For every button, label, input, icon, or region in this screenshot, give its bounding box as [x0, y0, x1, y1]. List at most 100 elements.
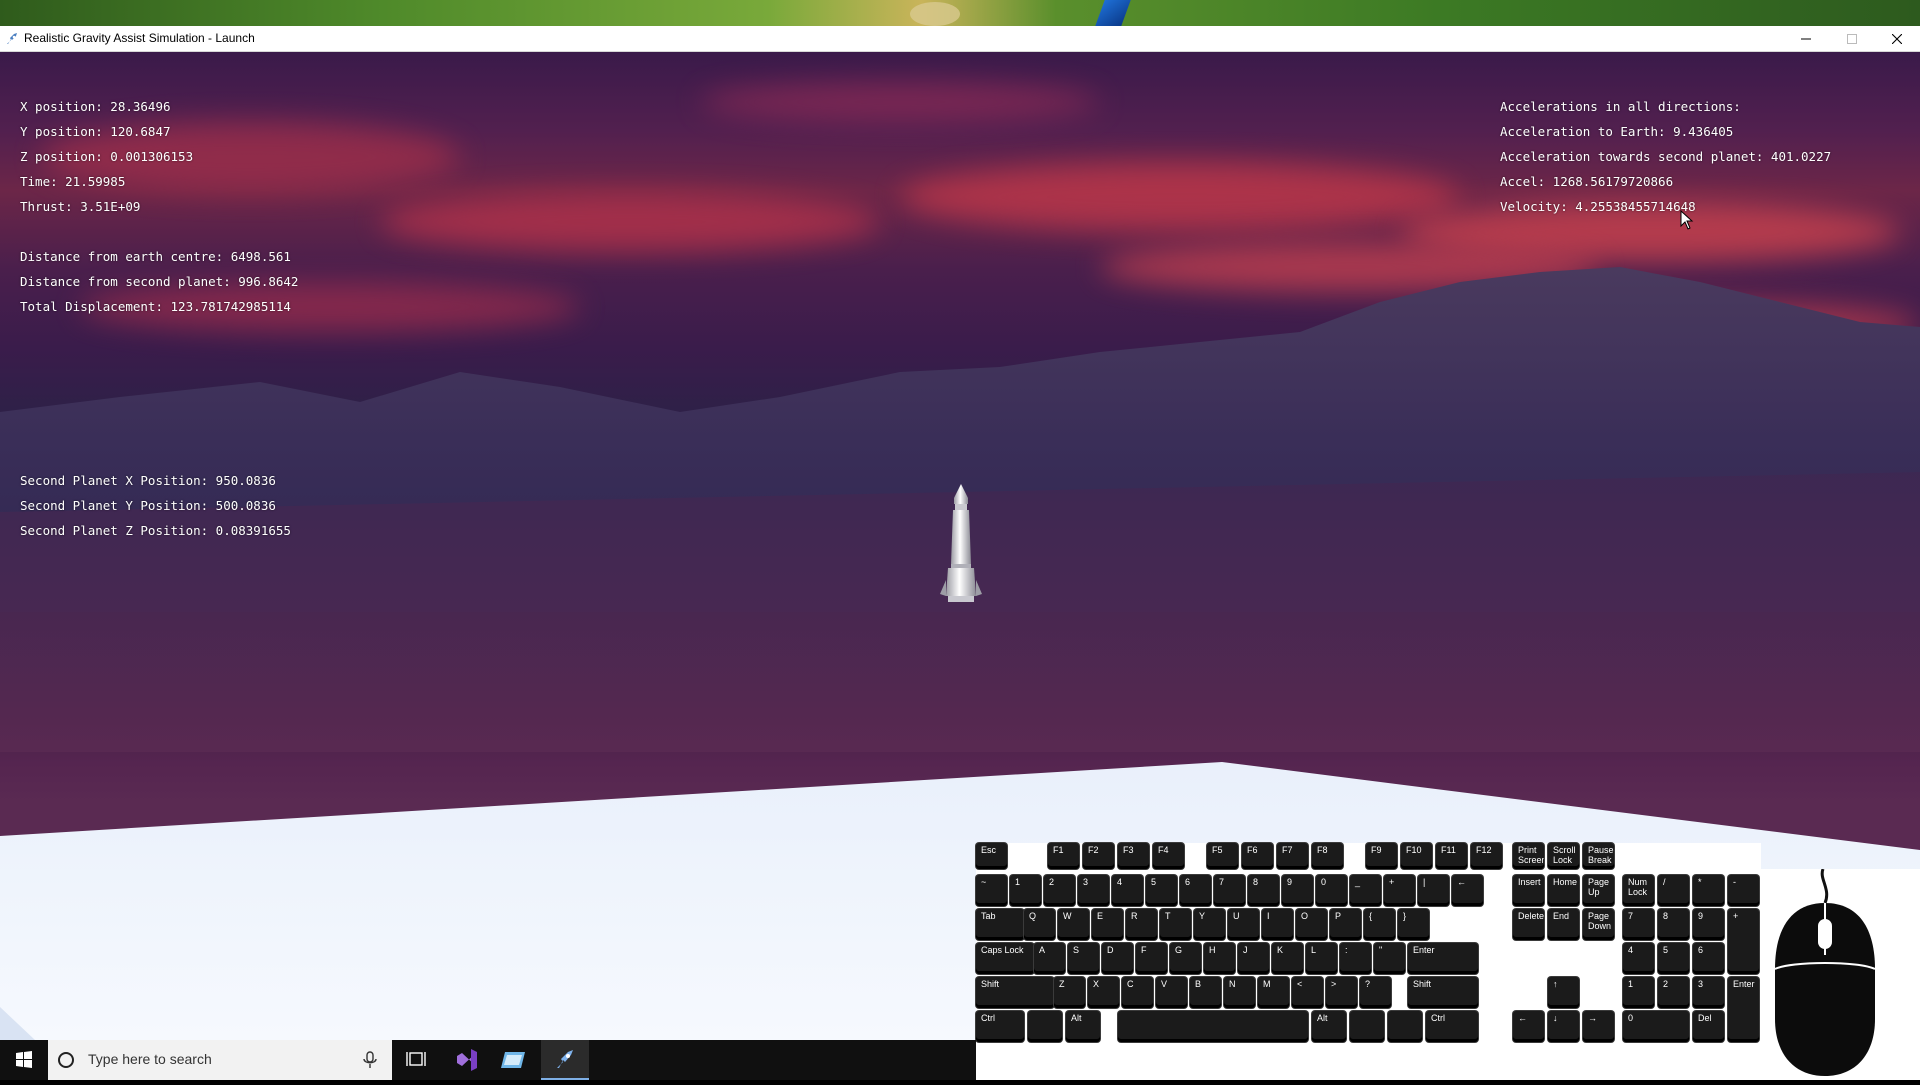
key[interactable]: D — [1102, 943, 1133, 974]
key[interactable]: 8 — [1248, 875, 1279, 906]
key[interactable]: End — [1548, 909, 1579, 940]
key[interactable]: Del — [1693, 1011, 1724, 1042]
app-taskbar-button[interactable] — [491, 1040, 539, 1080]
key[interactable] — [1028, 1011, 1062, 1042]
key[interactable] — [1350, 1011, 1384, 1042]
key[interactable]: 4 — [1623, 943, 1654, 974]
key[interactable]: W — [1058, 909, 1089, 940]
key[interactable]: M — [1258, 977, 1289, 1008]
key[interactable]: T — [1160, 909, 1191, 940]
key[interactable]: F6 — [1242, 843, 1273, 869]
maximize-button[interactable] — [1829, 26, 1875, 52]
key[interactable]: F2 — [1083, 843, 1114, 869]
key[interactable]: X — [1088, 977, 1119, 1008]
key[interactable]: Y — [1194, 909, 1225, 940]
key[interactable]: F12 — [1471, 843, 1502, 869]
close-button[interactable] — [1874, 26, 1920, 52]
key[interactable]: S — [1068, 943, 1099, 974]
key[interactable]: V — [1156, 977, 1187, 1008]
key[interactable]: Shift — [1408, 977, 1478, 1008]
key[interactable]: Pause Break — [1583, 843, 1614, 869]
key[interactable]: 0 — [1316, 875, 1347, 906]
key[interactable]: + — [1384, 875, 1415, 906]
key[interactable]: * — [1693, 875, 1724, 906]
key[interactable]: F7 — [1277, 843, 1308, 869]
key[interactable]: _ — [1350, 875, 1381, 906]
key[interactable]: K — [1272, 943, 1303, 974]
key[interactable]: Ctrl — [976, 1011, 1024, 1042]
key[interactable]: ↑ — [1548, 977, 1579, 1008]
key[interactable]: > — [1326, 977, 1357, 1008]
key[interactable]: 2 — [1044, 875, 1075, 906]
key[interactable]: F8 — [1312, 843, 1343, 869]
key[interactable]: Q — [1024, 909, 1055, 940]
key[interactable]: ~ — [976, 875, 1007, 906]
key[interactable]: G — [1170, 943, 1201, 974]
key[interactable]: 1 — [1010, 875, 1041, 906]
key[interactable]: → — [1583, 1011, 1614, 1042]
key[interactable]: Delete — [1513, 909, 1544, 940]
key[interactable]: N — [1224, 977, 1255, 1008]
key[interactable]: F5 — [1207, 843, 1238, 869]
key[interactable]: 5 — [1658, 943, 1689, 974]
key[interactable]: | — [1418, 875, 1449, 906]
key[interactable]: / — [1658, 875, 1689, 906]
key[interactable]: : — [1340, 943, 1371, 974]
key[interactable]: 4 — [1112, 875, 1143, 906]
key[interactable]: A — [1034, 943, 1065, 974]
key[interactable]: F9 — [1366, 843, 1397, 869]
visual-studio-taskbar-button[interactable] — [443, 1040, 491, 1080]
key[interactable]: Scroll Lock — [1548, 843, 1579, 869]
key[interactable]: F4 — [1153, 843, 1184, 869]
key[interactable]: Insert — [1513, 875, 1544, 906]
start-button[interactable] — [0, 1040, 48, 1080]
key[interactable]: ← — [1452, 875, 1483, 906]
key[interactable]: 0 — [1623, 1011, 1689, 1042]
key[interactable]: F10 — [1401, 843, 1432, 869]
key[interactable]: 6 — [1693, 943, 1724, 974]
key[interactable]: Home — [1548, 875, 1579, 906]
taskbar-search-box[interactable]: Type here to search — [48, 1040, 392, 1080]
key[interactable]: + — [1728, 909, 1759, 974]
key[interactable]: ↓ — [1548, 1011, 1579, 1042]
key[interactable] — [1388, 1011, 1422, 1042]
key[interactable]: 7 — [1214, 875, 1245, 906]
key[interactable]: Print Screen — [1513, 843, 1544, 869]
minimize-button[interactable] — [1783, 26, 1829, 52]
key[interactable]: 1 — [1623, 977, 1654, 1008]
simulation-taskbar-button[interactable] — [541, 1040, 589, 1080]
key[interactable]: B — [1190, 977, 1221, 1008]
key[interactable]: 6 — [1180, 875, 1211, 906]
key[interactable]: 9 — [1693, 909, 1724, 940]
key[interactable]: Z — [1054, 977, 1085, 1008]
key[interactable]: { — [1364, 909, 1395, 940]
key[interactable]: Tab — [976, 909, 1024, 940]
key[interactable]: O — [1296, 909, 1327, 940]
key[interactable]: L — [1306, 943, 1337, 974]
key[interactable]: F3 — [1118, 843, 1149, 869]
key[interactable]: C — [1122, 977, 1153, 1008]
key[interactable]: Caps Lock — [976, 943, 1034, 974]
key[interactable]: 3 — [1693, 977, 1724, 1008]
key[interactable]: < — [1292, 977, 1323, 1008]
key[interactable]: Alt — [1066, 1011, 1100, 1042]
key[interactable]: F11 — [1436, 843, 1467, 869]
key[interactable]: F1 — [1048, 843, 1079, 869]
key[interactable]: 3 — [1078, 875, 1109, 906]
task-view-button[interactable] — [392, 1040, 440, 1080]
key[interactable]: Shift — [976, 977, 1054, 1008]
key[interactable]: U — [1228, 909, 1259, 940]
key[interactable]: H — [1204, 943, 1235, 974]
key[interactable] — [1118, 1011, 1308, 1042]
key[interactable]: I — [1262, 909, 1293, 940]
key[interactable]: J — [1238, 943, 1269, 974]
key[interactable]: P — [1330, 909, 1361, 940]
key[interactable]: ← — [1513, 1011, 1544, 1042]
key[interactable]: 2 — [1658, 977, 1689, 1008]
key[interactable]: 8 — [1658, 909, 1689, 940]
key[interactable]: 5 — [1146, 875, 1177, 906]
microphone-icon[interactable] — [360, 1050, 380, 1070]
key[interactable]: Ctrl — [1426, 1011, 1478, 1042]
key[interactable]: Page Up — [1583, 875, 1614, 906]
key[interactable]: Enter — [1728, 977, 1759, 1042]
